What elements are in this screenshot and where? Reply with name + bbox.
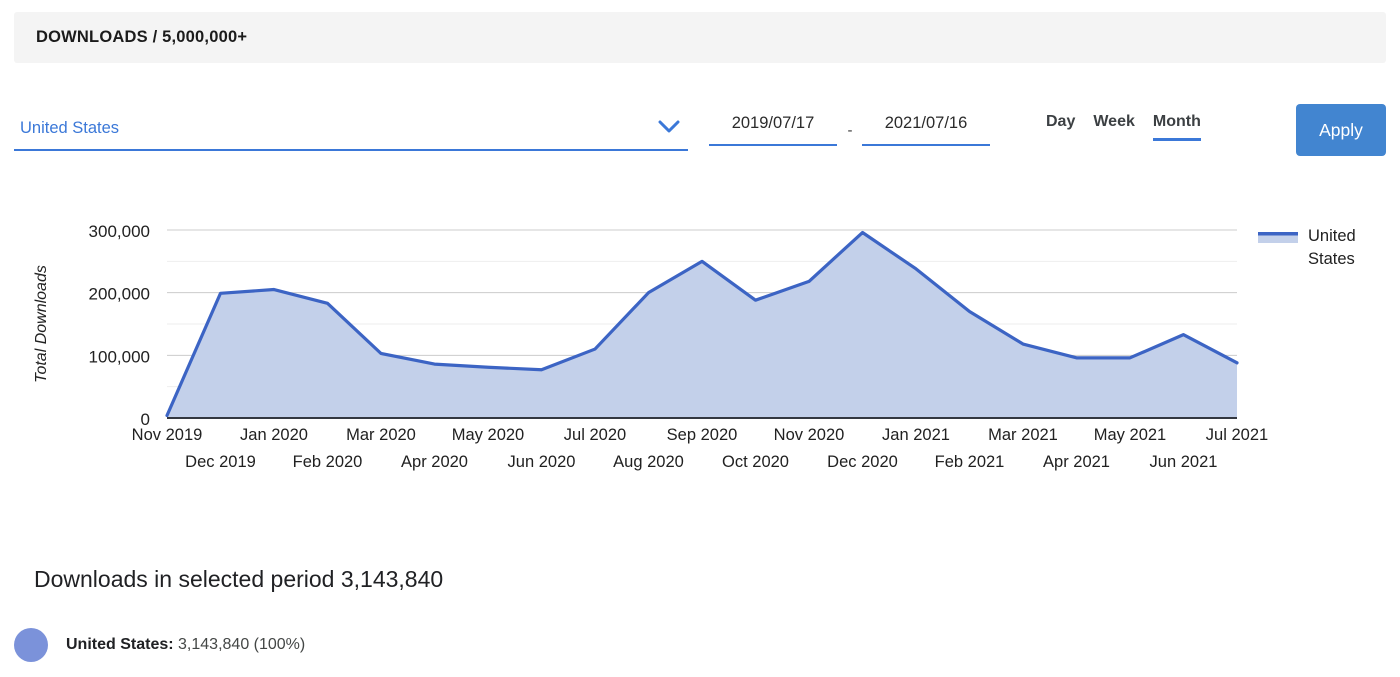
apply-button[interactable]: Apply xyxy=(1296,104,1386,156)
page-title: DOWNLOADS / 5,000,000+ xyxy=(36,28,248,46)
legend-entry-value: 3,143,840 (100%) xyxy=(178,636,306,653)
x-axis-tick-label: Jun 2021 xyxy=(1150,453,1218,471)
downloads-header-bar: DOWNLOADS / 5,000,000+ xyxy=(14,12,1386,63)
granularity-option-month[interactable]: Month xyxy=(1152,112,1201,141)
x-axis-tick-label: Sep 2020 xyxy=(667,426,738,444)
x-axis-tick-label: Aug 2020 xyxy=(613,453,684,471)
summary-legend-row: United States: 3,143,840 (100%) xyxy=(14,628,305,662)
y-axis-tick-label: 300,000 xyxy=(89,222,150,241)
x-axis-tick-label: Oct 2020 xyxy=(722,453,789,471)
x-axis-tick-label: May 2021 xyxy=(1094,426,1166,444)
x-axis-tick-label: Dec 2019 xyxy=(185,453,256,471)
granularity-option-week[interactable]: Week xyxy=(1093,112,1135,141)
summary-title: Downloads in selected period 3,143,840 xyxy=(34,566,444,592)
x-axis-tick-label: Nov 2020 xyxy=(774,426,845,444)
x-axis-tick-label: Mar 2021 xyxy=(988,426,1058,444)
x-axis-tick-label: Dec 2020 xyxy=(827,453,898,471)
x-axis-tick-label: Jan 2021 xyxy=(882,426,950,444)
chart-canvas: 0100,000200,000300,000Total DownloadsNov… xyxy=(33,222,1356,471)
x-axis-tick-label: Feb 2020 xyxy=(293,453,363,471)
x-axis-tick-label: Jan 2020 xyxy=(240,426,308,444)
date-start-input[interactable]: 2019/07/17 xyxy=(709,108,837,146)
filter-controls: United States 2019/07/17 - 2021/07/16 Da… xyxy=(0,92,1400,170)
x-axis-tick-label: Nov 2019 xyxy=(132,426,203,444)
chart-legend-label-line2: States xyxy=(1308,250,1355,268)
x-axis-tick-label: Apr 2020 xyxy=(401,453,468,471)
granularity-toggle-group: Day Week Month xyxy=(1046,112,1201,141)
x-axis-tick-label: Jul 2021 xyxy=(1206,426,1268,444)
x-axis-tick-label: Apr 2021 xyxy=(1043,453,1110,471)
date-end-value: 2021/07/16 xyxy=(884,114,968,132)
legend-color-dot xyxy=(14,628,48,662)
country-select[interactable]: United States xyxy=(14,104,688,151)
y-axis-tick-label: 100,000 xyxy=(89,347,150,366)
legend-entry-text: United States: 3,143,840 (100%) xyxy=(66,636,305,654)
date-range-separator: - xyxy=(847,122,853,139)
chart-legend-label-line1: United xyxy=(1308,227,1356,245)
downloads-chart: 0 100,000 200,000 300,000 Total Downloads Nov… xyxy=(0,196,1400,496)
x-axis-tick-label: May 2020 xyxy=(452,426,524,444)
y-axis-tick-label: 200,000 xyxy=(89,285,150,304)
chevron-down-icon[interactable] xyxy=(658,120,680,134)
x-axis-tick-label: Jul 2020 xyxy=(564,426,626,444)
legend-swatch-line xyxy=(1258,232,1298,236)
y-axis-title: Total Downloads xyxy=(33,265,50,383)
country-select-value: United States xyxy=(20,119,120,137)
x-axis-tick-label: Mar 2020 xyxy=(346,426,416,444)
x-axis-tick-label: Jun 2020 xyxy=(508,453,576,471)
x-axis-tick-label: Feb 2021 xyxy=(935,453,1005,471)
granularity-option-day[interactable]: Day xyxy=(1046,112,1075,141)
date-end-input[interactable]: 2021/07/16 xyxy=(862,108,990,146)
legend-entry-label: United States: xyxy=(66,636,174,653)
date-start-value: 2019/07/17 xyxy=(731,114,815,132)
